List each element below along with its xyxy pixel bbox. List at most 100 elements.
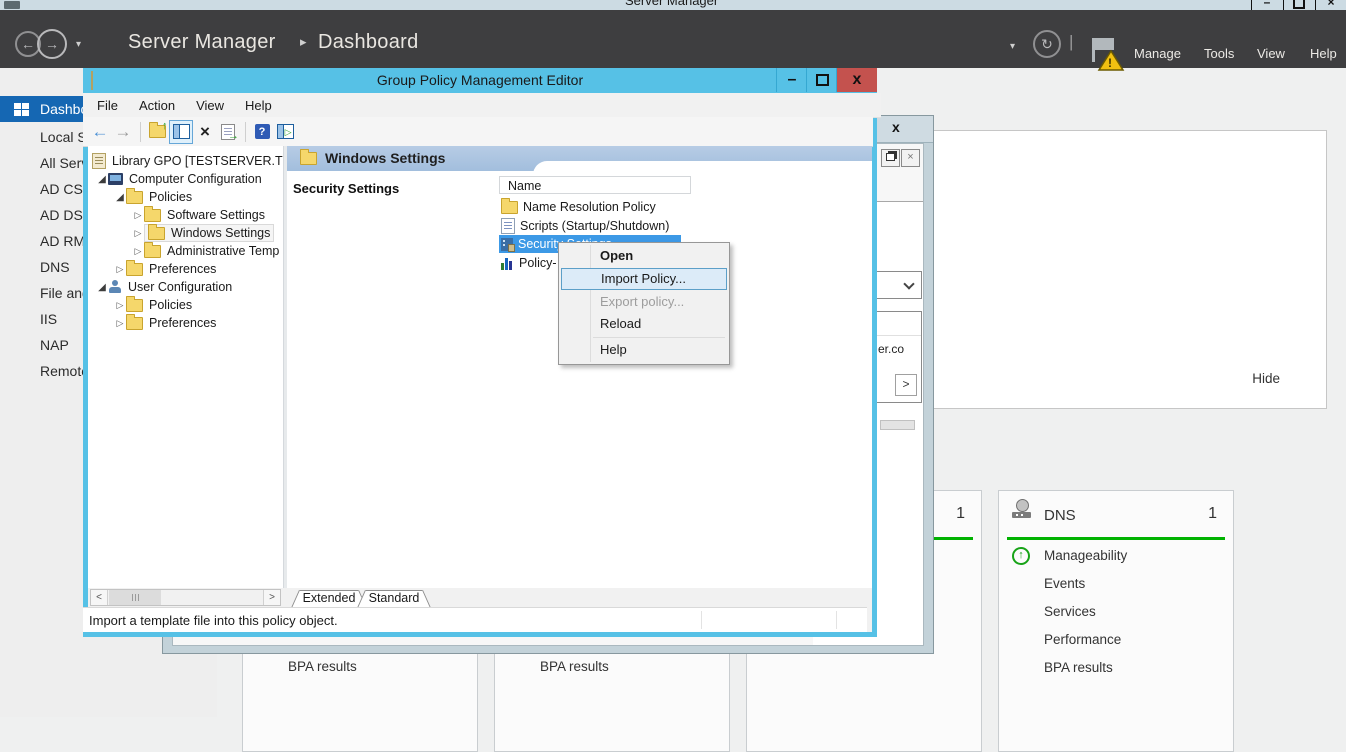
statusbar-separator	[836, 611, 837, 629]
toolbar-back-button[interactable]: ←	[89, 121, 111, 143]
folder-icon	[148, 227, 165, 240]
toolbar-action-pane-toggle-button[interactable]: ▷	[274, 121, 296, 143]
tree-item-software-settings[interactable]: ▷ Software Settings	[132, 206, 265, 224]
expander-closed-icon[interactable]: ▷	[114, 300, 126, 311]
gpo-scroll-icon	[92, 153, 106, 169]
flag-warning-icon: !	[1088, 36, 1128, 74]
gpme-close-button[interactable]: x	[836, 68, 877, 92]
toolbar-delete-button[interactable]: ×	[194, 121, 216, 143]
context-menu: Open Import Policy... Export policy... R…	[558, 242, 730, 365]
tree-item-windows-settings[interactable]: ▷ Windows Settings	[132, 224, 274, 242]
expander-open-icon[interactable]: ◢	[96, 282, 108, 293]
tree-item-library-gpo[interactable]: Library GPO [TESTSERVER.TESTS	[92, 152, 284, 170]
scroll-left-button[interactable]: <	[91, 590, 108, 605]
ad-ds-icon	[14, 208, 32, 223]
expander-closed-icon[interactable]: ▷	[132, 228, 144, 239]
scrollbar-thumb[interactable]	[109, 590, 161, 605]
toolbar-up-one-level-button[interactable]: ↑	[146, 121, 168, 143]
console-tree-pane: Library GPO [TESTSERVER.TESTS ◢ Computer…	[88, 146, 284, 588]
list-item-scripts[interactable]: Scripts (Startup/Shutdown)	[499, 217, 669, 235]
export-list-icon: →	[221, 124, 235, 140]
context-menu-help[interactable]: Help	[561, 339, 727, 361]
up-level-folder-icon: ↑	[149, 125, 166, 138]
gpme-menu-help[interactable]: Help	[245, 98, 272, 113]
tile2-bpa-results-link[interactable]: BPA results	[540, 659, 609, 674]
menu-help[interactable]: Help	[1310, 46, 1337, 61]
gpme-menu-file[interactable]: File	[97, 98, 118, 113]
toolbar-forward-button[interactable]: →	[112, 121, 134, 143]
gpme-menu-action[interactable]: Action	[139, 98, 175, 113]
context-menu-open[interactable]: Open	[561, 245, 727, 267]
hide-link[interactable]: Hide	[1252, 371, 1280, 386]
local-server-icon	[14, 130, 32, 145]
context-menu-separator	[593, 337, 725, 338]
menu-tools[interactable]: Tools	[1204, 46, 1234, 61]
tree-item-preferences[interactable]: ▷ Preferences	[114, 260, 216, 278]
iis-icon	[14, 312, 32, 327]
background-window-close-button[interactable]: x	[892, 119, 900, 135]
dns-services-link[interactable]: Services	[1044, 604, 1096, 619]
mdi-close-button[interactable]: ×	[901, 149, 920, 167]
screen: { "glyphs": { "caret_down": "▾", "breadc…	[0, 0, 1346, 717]
expander-closed-icon[interactable]: ▷	[132, 246, 144, 257]
tree-item-user-configuration[interactable]: ◢ User Configuration	[96, 278, 232, 296]
notifications-caret-icon[interactable]: ▾	[1010, 41, 1015, 52]
delete-x-icon: ×	[200, 122, 210, 142]
expander-closed-icon[interactable]: ▷	[114, 264, 126, 275]
folder-icon	[126, 299, 143, 312]
expander-open-icon[interactable]: ◢	[96, 174, 108, 185]
dns-manageability-link[interactable]: Manageability	[1044, 548, 1127, 563]
notification-flag-icon[interactable]: !	[1088, 36, 1128, 74]
context-menu-reload[interactable]: Reload	[561, 313, 727, 335]
context-menu-export-policy[interactable]: Export policy...	[561, 291, 727, 313]
refresh-button[interactable]: ↻	[1033, 30, 1061, 58]
list-column-header-name[interactable]: Name	[499, 176, 691, 194]
nav-dropdown-caret-icon[interactable]: ▾	[76, 39, 81, 50]
toolbar-console-tree-toggle-button[interactable]	[169, 120, 193, 144]
outer-window-app-icon	[4, 1, 20, 9]
dns-performance-link[interactable]: Performance	[1044, 632, 1121, 647]
list-item-name-resolution-policy[interactable]: Name Resolution Policy	[499, 198, 656, 216]
listbox-nav-right-button[interactable]: >	[895, 374, 917, 396]
tree-item-policies[interactable]: ◢ Policies	[114, 188, 192, 206]
scroll-right-button[interactable]: >	[263, 590, 280, 605]
gpme-titlebar[interactable]: Group Policy Management Editor – x	[83, 68, 877, 93]
gpme-minimize-button[interactable]: –	[776, 68, 807, 92]
menu-view[interactable]: View	[1257, 46, 1285, 61]
toolbar-help-button[interactable]: ?	[251, 121, 273, 143]
tree-item-computer-configuration[interactable]: ◢ Computer Configuration	[96, 170, 262, 188]
dns-bpa-results-link[interactable]: BPA results	[1044, 660, 1113, 675]
tab-standard[interactable]: Standard	[366, 590, 422, 608]
toolbar-export-list-button[interactable]: →	[217, 121, 239, 143]
context-menu-import-policy[interactable]: Import Policy...	[561, 268, 727, 290]
tree-item-administrative-templates[interactable]: ▷ Administrative Temp	[132, 242, 279, 260]
background-scrollbar-piece[interactable]	[880, 420, 915, 430]
outer-close-button[interactable]: ×	[1315, 0, 1346, 10]
dns-events-link[interactable]: Events	[1044, 576, 1085, 591]
mdi-restore-button[interactable]	[881, 149, 900, 167]
gpme-menu-view[interactable]: View	[196, 98, 224, 113]
tree-item-user-preferences[interactable]: ▷ Preferences	[114, 314, 216, 332]
expander-closed-icon[interactable]: ▷	[132, 210, 144, 221]
tree-selection-box: Windows Settings	[144, 224, 274, 242]
gpme-maximize-button[interactable]	[806, 68, 837, 92]
all-servers-icon	[14, 156, 32, 171]
forward-button[interactable]: →	[37, 29, 67, 59]
outer-minimize-button[interactable]: –	[1251, 0, 1282, 10]
list-item-policy-based-qos[interactable]: Policy-	[499, 254, 557, 272]
tree-item-user-policies[interactable]: ▷ Policies	[114, 296, 192, 314]
tree-horizontal-scrollbar[interactable]: < >	[90, 589, 281, 606]
tab-extended[interactable]: Extended	[300, 590, 358, 608]
security-settings-icon	[501, 238, 513, 251]
dns-tile-title[interactable]: DNS	[1044, 507, 1076, 524]
expander-closed-icon[interactable]: ▷	[114, 318, 126, 329]
folder-icon	[144, 209, 161, 222]
breadcrumb-current: Dashboard	[318, 31, 419, 54]
tile1-bpa-results-link[interactable]: BPA results	[288, 659, 357, 674]
menu-manage[interactable]: Manage	[1134, 46, 1181, 61]
expander-open-icon[interactable]: ◢	[114, 192, 126, 203]
folder-icon	[126, 263, 143, 276]
breadcrumb-root[interactable]: Server Manager	[128, 31, 276, 54]
gpme-window-title: Group Policy Management Editor	[83, 72, 877, 88]
outer-maximize-button[interactable]	[1283, 0, 1314, 10]
